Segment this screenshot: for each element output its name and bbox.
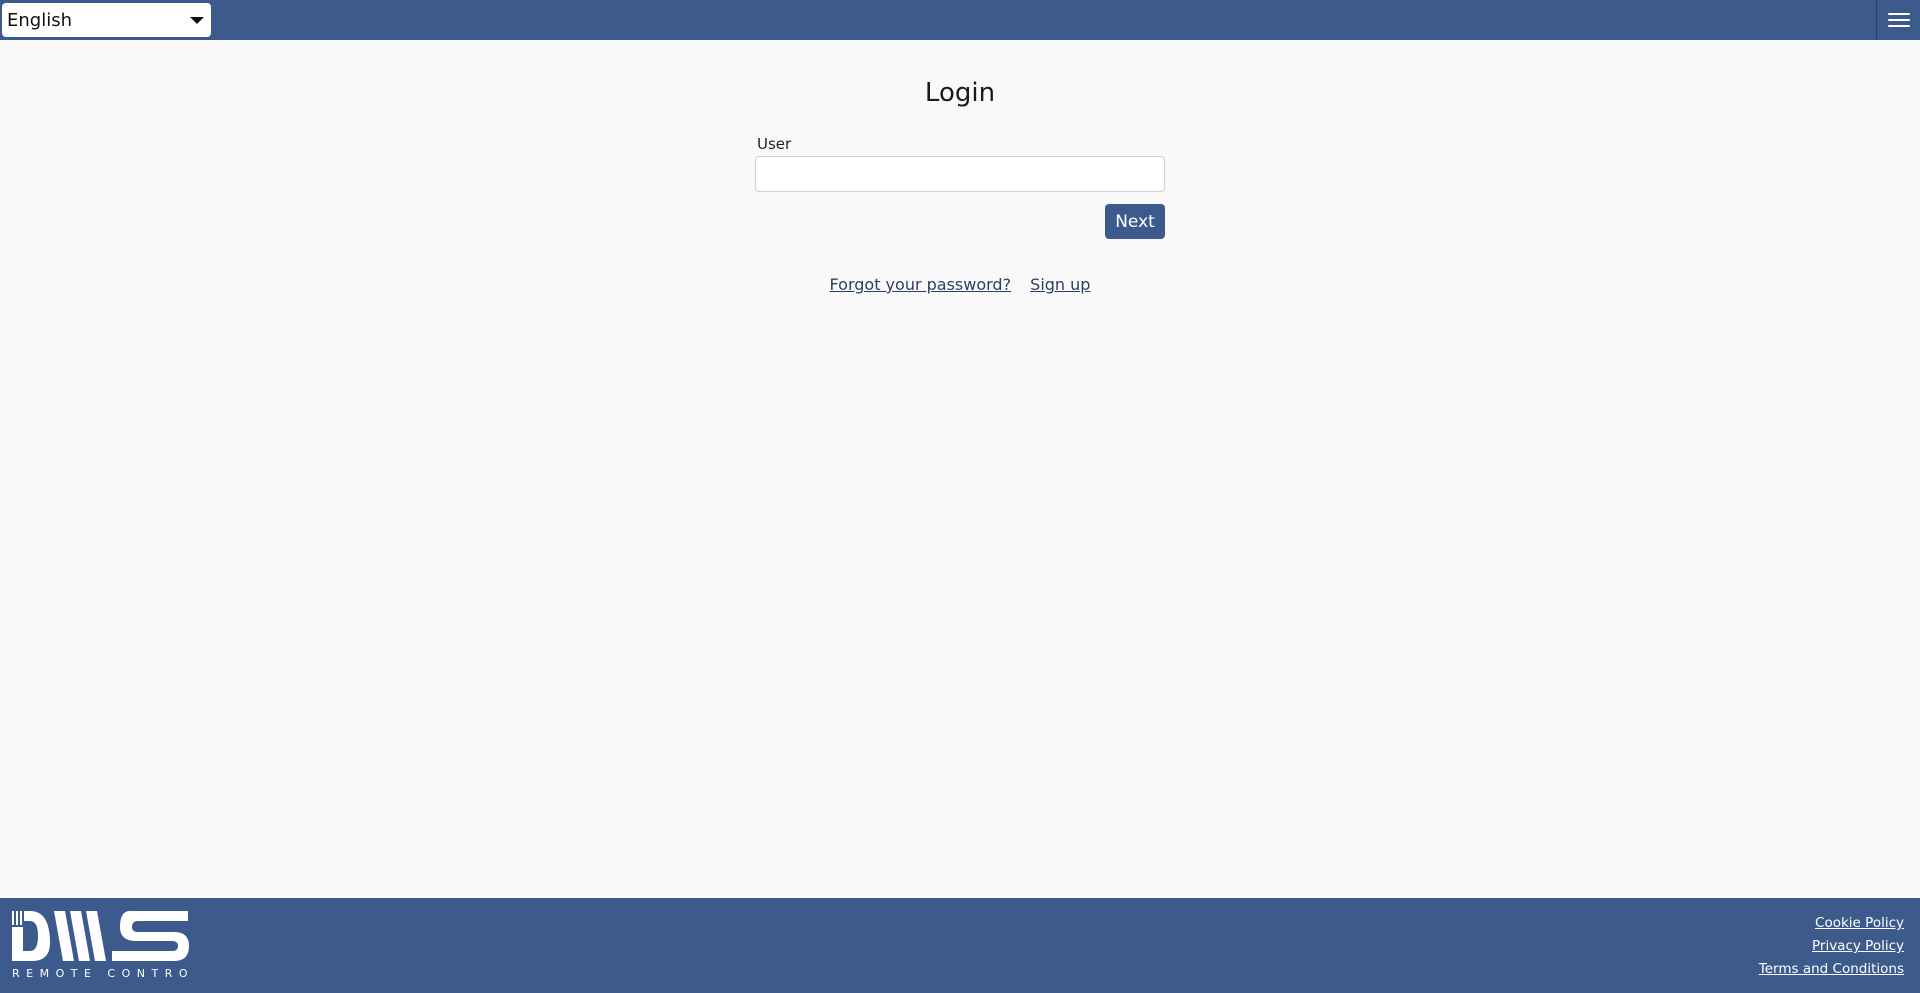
top-bar: English <box>0 0 1920 40</box>
forgot-password-link[interactable]: Forgot your password? <box>830 275 1012 294</box>
footer-links: Cookie Policy Privacy Policy Terms and C… <box>1759 912 1904 981</box>
sign-up-link[interactable]: Sign up <box>1030 275 1090 294</box>
page-title: Login <box>924 78 996 108</box>
auth-links: Forgot your password? Sign up <box>0 275 1920 294</box>
user-input[interactable] <box>755 156 1165 192</box>
menu-button[interactable] <box>1876 0 1920 40</box>
language-select[interactable]: English <box>2 3 211 37</box>
language-select-value: English <box>7 9 72 31</box>
next-button[interactable]: Next <box>1105 204 1165 239</box>
cookie-policy-link[interactable]: Cookie Policy <box>1759 912 1904 935</box>
privacy-policy-link[interactable]: Privacy Policy <box>1759 935 1904 958</box>
footer: REMOTE CONTROL Cookie Policy Privacy Pol… <box>0 898 1920 993</box>
user-label: User <box>757 135 792 153</box>
logo-tagline: REMOTE CONTROL <box>12 967 192 980</box>
chevron-down-icon <box>190 17 204 24</box>
terms-and-conditions-link[interactable]: Terms and Conditions <box>1759 958 1904 981</box>
dws-logo: REMOTE CONTROL <box>12 911 192 980</box>
hamburger-menu-icon <box>1887 13 1910 27</box>
